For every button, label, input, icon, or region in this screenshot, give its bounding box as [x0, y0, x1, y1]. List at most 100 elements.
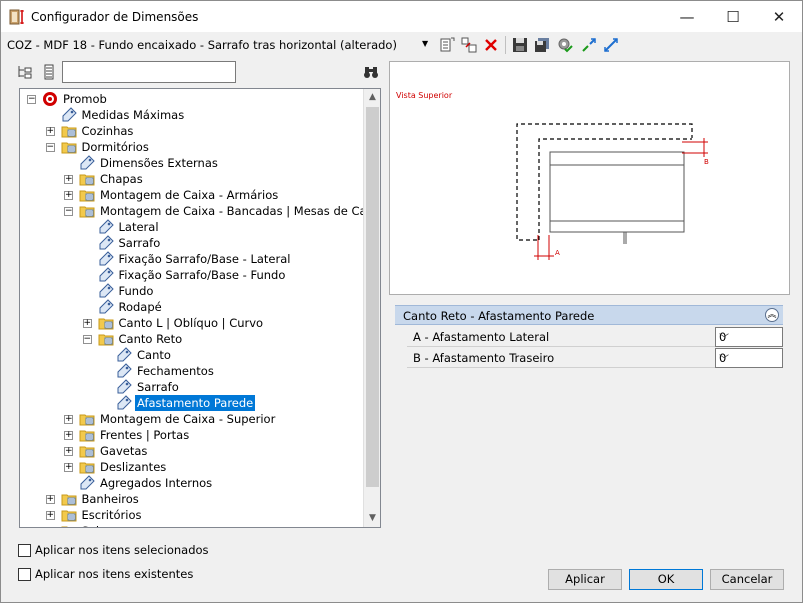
tree-item[interactable]: + Cozinhas — [20, 123, 364, 139]
tree-item[interactable]: + Montagem de Caixa - Armários — [20, 187, 364, 203]
tag-icon — [80, 155, 95, 170]
tree-item[interactable]: − Promob — [20, 91, 364, 107]
afastamento-traseiro-select[interactable]: 0 ﹀ — [715, 348, 783, 368]
apply-button[interactable]: Aplicar — [548, 569, 622, 590]
folder-icon — [61, 142, 76, 154]
collapse-node-icon[interactable]: − — [45, 143, 55, 152]
expand-node-icon[interactable]: + — [64, 431, 73, 440]
tree-item[interactable]: Dimensões Externas — [20, 155, 364, 171]
save-all-icon[interactable] — [534, 37, 550, 53]
tag-icon — [99, 251, 114, 266]
settings-check-icon[interactable] — [557, 37, 573, 53]
tree-item-label: Fixação Sarrafo/Base - Fundo — [118, 268, 286, 282]
flat-list-icon[interactable] — [41, 64, 57, 80]
context-combo-arrow-icon[interactable]: ▼ — [422, 39, 428, 48]
tree-item[interactable]: + Canto L | Oblíquo | Curvo — [20, 315, 364, 331]
expand-node-icon[interactable]: + — [45, 127, 55, 136]
afastamento-lateral-select[interactable]: 0 ﹀ — [715, 327, 783, 347]
tree-scrollbar[interactable]: ▲ ▼ — [363, 89, 380, 527]
move-item-icon[interactable] — [461, 37, 477, 53]
toolbar: COZ - MDF 18 - Fundo encaixado - Sarrafo… — [1, 32, 802, 58]
tree-item-label: Canto — [137, 348, 171, 362]
folder-icon — [79, 430, 95, 442]
tree-item[interactable]: Fundo — [20, 283, 364, 299]
tree-item[interactable]: Sarrafo — [20, 235, 364, 251]
tree-item[interactable]: − Dormitórios — [20, 139, 364, 155]
dim-a-label: A — [555, 249, 560, 257]
tag-icon — [117, 379, 132, 394]
tree-item[interactable]: Rodapé — [20, 299, 364, 315]
tree-item[interactable]: Sarrafo — [20, 379, 364, 395]
delete-icon[interactable] — [483, 37, 499, 53]
expand-node-icon[interactable]: + — [64, 415, 73, 424]
close-button[interactable]: ✕ — [756, 1, 802, 32]
tree-item[interactable]: Fixação Sarrafo/Base - Fundo — [20, 267, 364, 283]
tree-item[interactable]: + Chapas — [20, 171, 364, 187]
binoculars-icon[interactable] — [363, 64, 379, 80]
expand-node-icon[interactable]: + — [82, 319, 92, 328]
search-input[interactable] — [62, 61, 236, 83]
tree-item[interactable]: + Montagem de Caixa - Superior — [20, 411, 364, 427]
tree-item[interactable]: Canto — [20, 347, 364, 363]
ok-button[interactable]: OK — [629, 569, 703, 590]
tree-view[interactable]: − Promob Medidas Máximas + Cozinhas − Dormitór… — [19, 88, 381, 528]
chevron-down-icon[interactable]: ﹀ — [719, 330, 777, 345]
maximize-button[interactable]: ☐ — [710, 1, 756, 32]
tree-item[interactable]: + Escritórios — [20, 507, 364, 523]
property-row-afastamento-lateral: A - Afastamento Lateral 0 ﹀ — [407, 327, 783, 347]
collapse-node-icon[interactable]: − — [64, 207, 73, 216]
maximize-icon: ☐ — [726, 7, 740, 26]
tree-item-label: Montagem de Caixa - Armários — [100, 188, 279, 202]
preview-panel: Vista Superior B A — [389, 61, 790, 295]
folder-icon — [98, 334, 113, 346]
context-combo[interactable]: COZ - MDF 18 - Fundo encaixado - Sarrafo… — [7, 38, 397, 52]
tag-icon — [80, 475, 95, 490]
property-section-header[interactable]: Canto Reto - Afastamento Parede ︽ — [395, 305, 783, 325]
expand-arrows-icon[interactable] — [603, 37, 619, 53]
apply-existing-label[interactable]: Aplicar nos itens existentes — [35, 567, 193, 581]
expand-node-icon[interactable]: + — [64, 447, 73, 456]
expand-node-icon[interactable]: + — [64, 175, 73, 184]
tree-item-label: Salas — [80, 523, 115, 527]
tree-item[interactable]: Lateral — [20, 219, 364, 235]
tree-item[interactable]: − Canto Reto — [20, 331, 364, 347]
expand-node-icon[interactable]: + — [47, 527, 55, 528]
expand-node-icon[interactable]: + — [45, 495, 55, 504]
scroll-thumb[interactable] — [366, 107, 379, 487]
close-icon: ✕ — [772, 7, 786, 26]
collapse-section-icon[interactable]: ︽ — [765, 308, 779, 322]
minimize-button[interactable]: — — [664, 1, 710, 32]
tree-item[interactable]: − Montagem de Caixa - Bancadas | Mesas de… — [20, 203, 380, 219]
scroll-down-icon[interactable]: ▼ — [364, 510, 380, 527]
tree-item[interactable]: Agregados Internos — [20, 475, 364, 491]
tree-item[interactable]: + Gavetas — [20, 443, 364, 459]
tree-item[interactable]: + Salas — [20, 523, 364, 528]
expand-node-icon[interactable]: + — [64, 191, 73, 200]
apply-existing-checkbox[interactable] — [18, 568, 31, 581]
list-config-icon[interactable] — [439, 37, 455, 53]
chevron-down-icon[interactable]: ﹀ — [719, 351, 777, 366]
collapse-arrows-icon[interactable] — [581, 37, 597, 53]
tree-item[interactable]: + Frentes | Portas — [20, 427, 364, 443]
expand-node-icon[interactable]: + — [45, 511, 55, 520]
apply-selected-checkbox[interactable] — [18, 544, 31, 557]
tree-item-label: Banheiros — [81, 492, 139, 506]
tree-item[interactable]: Fechamentos — [20, 363, 364, 379]
tree-item[interactable]: + Banheiros — [20, 491, 364, 507]
tree-item-label: Fixação Sarrafo/Base - Lateral — [118, 252, 291, 266]
tree-item[interactable]: Fixação Sarrafo/Base - Lateral — [20, 251, 364, 267]
expand-node-icon[interactable]: + — [64, 463, 73, 472]
cancel-button[interactable]: Cancelar — [710, 569, 784, 590]
tree-item[interactable]: + Deslizantes — [20, 459, 364, 475]
tree-item[interactable]: Afastamento Parede — [20, 395, 364, 411]
apply-selected-label[interactable]: Aplicar nos itens selecionados — [35, 543, 209, 557]
tree-item[interactable]: Medidas Máximas — [20, 107, 364, 123]
save-icon[interactable] — [512, 37, 528, 53]
tree-item-label: Montagem de Caixa - Superior — [100, 412, 276, 426]
scroll-up-icon[interactable]: ▲ — [364, 89, 380, 106]
tag-icon — [117, 395, 132, 410]
tree-item-label: Fechamentos — [137, 364, 214, 378]
collapse-node-icon[interactable]: − — [27, 95, 36, 104]
collapse-node-icon[interactable]: − — [82, 335, 92, 344]
tree-view-icon[interactable] — [17, 64, 33, 80]
